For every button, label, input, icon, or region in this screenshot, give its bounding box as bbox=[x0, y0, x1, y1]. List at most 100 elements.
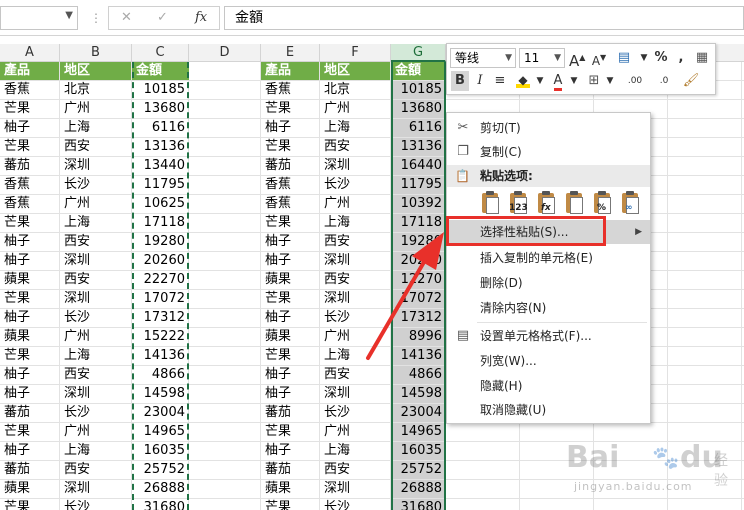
cell-region[interactable]: 深圳 bbox=[60, 252, 131, 270]
cell-product-copy[interactable]: 芒果 bbox=[261, 214, 319, 232]
bold-button[interactable]: B bbox=[451, 71, 469, 91]
cell-product[interactable]: 芒果 bbox=[0, 138, 59, 156]
cell-product[interactable]: 柚子 bbox=[0, 233, 59, 251]
cell-region-copy[interactable]: 深圳 bbox=[320, 290, 390, 308]
cell-region[interactable]: 上海 bbox=[60, 442, 131, 460]
cell-amount-copy[interactable]: 11795 bbox=[391, 176, 446, 194]
cell-amount[interactable]: 25752 bbox=[132, 461, 189, 479]
cell-product[interactable]: 芒果 bbox=[0, 214, 59, 232]
cell-amount-copy[interactable]: 26888 bbox=[391, 480, 446, 498]
cell-product[interactable]: 香蕉 bbox=[0, 81, 59, 99]
increase-decimal-button[interactable]: .00 bbox=[621, 71, 649, 91]
cell-product[interactable]: 柚子 bbox=[0, 252, 59, 270]
increase-font-button[interactable]: A▲ bbox=[569, 48, 585, 70]
cell-amount[interactable]: 20260 bbox=[132, 252, 189, 270]
format-table-icon[interactable]: ▦ bbox=[693, 48, 711, 68]
menu-item-cut[interactable]: ✂ 剪切(T) bbox=[447, 116, 650, 140]
cell-product-copy[interactable]: 柚子 bbox=[261, 119, 319, 137]
cell-region-copy[interactable]: 深圳 bbox=[320, 385, 390, 403]
header-cell-amount-copy[interactable]: 金額 bbox=[391, 62, 446, 80]
cell-region-copy[interactable]: 长沙 bbox=[320, 499, 390, 510]
cell-region-copy[interactable]: 深圳 bbox=[320, 157, 390, 175]
cell-product-copy[interactable]: 芒果 bbox=[261, 290, 319, 308]
cell-amount-copy[interactable]: 25752 bbox=[391, 461, 446, 479]
menu-item-delete[interactable]: 删除(D) bbox=[447, 271, 650, 295]
cell-amount[interactable]: 10185 bbox=[132, 81, 189, 99]
cell-amount[interactable]: 6116 bbox=[132, 119, 189, 137]
cell-region-copy[interactable]: 深圳 bbox=[320, 480, 390, 498]
font-color-button[interactable]: A bbox=[549, 71, 567, 91]
cell-region[interactable]: 广州 bbox=[60, 100, 131, 118]
cell-region[interactable]: 长沙 bbox=[60, 309, 131, 327]
cell-region-copy[interactable]: 广州 bbox=[320, 195, 390, 213]
column-header-c[interactable]: C bbox=[132, 44, 189, 62]
cell-region[interactable]: 长沙 bbox=[60, 176, 131, 194]
column-header-f[interactable]: F bbox=[320, 44, 391, 62]
cell-amount-copy[interactable]: 10185 bbox=[391, 81, 446, 99]
chevron-down-icon[interactable]: ▼ bbox=[605, 71, 615, 91]
cell-region[interactable]: 深圳 bbox=[60, 480, 131, 498]
menu-item-format-cells[interactable]: ▤ 设置单元格格式(F)... bbox=[447, 324, 650, 348]
cell-amount[interactable]: 17118 bbox=[132, 214, 189, 232]
cell-product-copy[interactable]: 蕃茄 bbox=[261, 157, 319, 175]
menu-item-insert-copied[interactable]: 插入复制的单元格(E) bbox=[447, 246, 650, 270]
cell-region-copy[interactable]: 长沙 bbox=[320, 176, 390, 194]
cell-amount-copy[interactable]: 4866 bbox=[391, 366, 446, 384]
header-cell-product-copy[interactable]: 產品 bbox=[261, 62, 319, 80]
cell-amount[interactable]: 13680 bbox=[132, 100, 189, 118]
menu-item-column-width[interactable]: 列宽(W)... bbox=[447, 349, 650, 373]
cell-amount[interactable]: 16035 bbox=[132, 442, 189, 460]
cell-product[interactable]: 芒果 bbox=[0, 347, 59, 365]
cell-product-copy[interactable]: 蕃茄 bbox=[261, 404, 319, 422]
menu-item-copy[interactable]: ❐ 复制(C) bbox=[447, 140, 650, 164]
cell-amount-copy[interactable]: 16035 bbox=[391, 442, 446, 460]
menu-item-clear[interactable]: 清除内容(N) bbox=[447, 296, 650, 320]
accounting-format-icon[interactable]: ▤ bbox=[613, 48, 635, 68]
menu-item-paste-special[interactable]: 选择性粘贴(S)... ▶ bbox=[447, 220, 650, 244]
cell-region-copy[interactable]: 长沙 bbox=[320, 404, 390, 422]
cell-amount-copy[interactable]: 17072 bbox=[391, 290, 446, 308]
cell-amount[interactable]: 13440 bbox=[132, 157, 189, 175]
cell-region[interactable]: 西安 bbox=[60, 138, 131, 156]
cell-region-copy[interactable]: 西安 bbox=[320, 138, 390, 156]
cell-region[interactable]: 深圳 bbox=[60, 290, 131, 308]
column-header-e[interactable]: E bbox=[261, 44, 320, 62]
column-header-a[interactable]: A bbox=[0, 44, 60, 62]
italic-button[interactable]: I bbox=[473, 71, 487, 91]
cell-product[interactable]: 柚子 bbox=[0, 119, 59, 137]
cell-product[interactable]: 芒果 bbox=[0, 100, 59, 118]
cell-region[interactable]: 西安 bbox=[60, 271, 131, 289]
cell-region[interactable]: 西安 bbox=[60, 233, 131, 251]
cell-product-copy[interactable]: 香蕉 bbox=[261, 81, 319, 99]
cell-amount-copy[interactable]: 16440 bbox=[391, 157, 446, 175]
name-box[interactable]: ▼ bbox=[0, 6, 78, 30]
cell-region-copy[interactable]: 上海 bbox=[320, 119, 390, 137]
cell-amount[interactable]: 14136 bbox=[132, 347, 189, 365]
cell-amount-copy[interactable]: 13136 bbox=[391, 138, 446, 156]
column-header-b[interactable]: B bbox=[60, 44, 132, 62]
cell-product-copy[interactable]: 蘋果 bbox=[261, 328, 319, 346]
formula-input[interactable]: 金額 bbox=[224, 6, 744, 30]
cell-product-copy[interactable]: 芒果 bbox=[261, 347, 319, 365]
cell-region[interactable]: 广州 bbox=[60, 328, 131, 346]
cell-product-copy[interactable]: 芒果 bbox=[261, 423, 319, 441]
cell-region[interactable]: 北京 bbox=[60, 81, 131, 99]
cell-amount[interactable]: 31680 bbox=[132, 499, 189, 510]
cell-product[interactable]: 芒果 bbox=[0, 290, 59, 308]
cell-amount-copy[interactable]: 14136 bbox=[391, 347, 446, 365]
cell-amount[interactable]: 26888 bbox=[132, 480, 189, 498]
cell-amount[interactable]: 4866 bbox=[132, 366, 189, 384]
cell-product[interactable]: 香蕉 bbox=[0, 195, 59, 213]
decrease-font-button[interactable]: A▼ bbox=[591, 48, 607, 68]
cell-product[interactable]: 柚子 bbox=[0, 366, 59, 384]
cell-region[interactable]: 广州 bbox=[60, 195, 131, 213]
menu-item-unhide[interactable]: 取消隐藏(U) bbox=[447, 398, 650, 422]
cell-product-copy[interactable]: 香蕉 bbox=[261, 195, 319, 213]
paste-formulas-icon[interactable]: fx bbox=[536, 191, 558, 219]
cell-amount[interactable]: 11795 bbox=[132, 176, 189, 194]
align-center-icon[interactable]: ≡ bbox=[491, 71, 509, 91]
cell-region-copy[interactable]: 西安 bbox=[320, 461, 390, 479]
chevron-down-icon[interactable]: ▼ bbox=[569, 71, 579, 91]
cell-region-copy[interactable]: 深圳 bbox=[320, 252, 390, 270]
comma-style-button[interactable]: , bbox=[675, 48, 687, 68]
